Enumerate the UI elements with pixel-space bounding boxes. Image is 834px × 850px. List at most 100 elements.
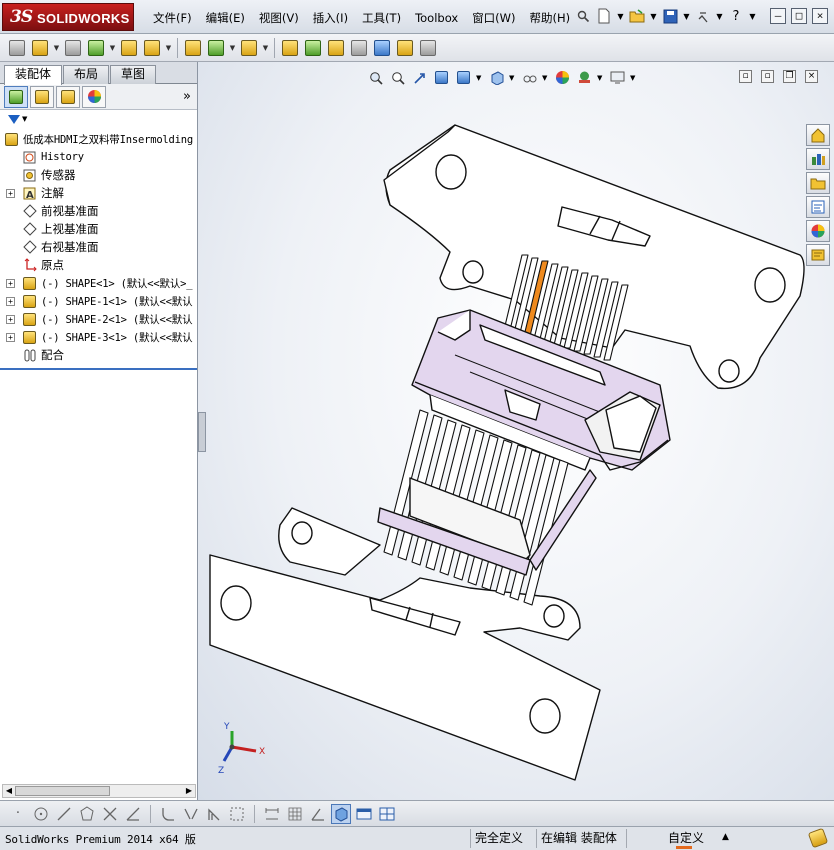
viewport-tile-icon[interactable]: ▫: [761, 70, 774, 83]
viewport-minimize-icon[interactable]: ▫: [739, 70, 752, 83]
tab-layout[interactable]: 布局: [63, 65, 110, 84]
horizontal-scrollbar[interactable]: ◀ ▶: [2, 784, 196, 798]
view-settings-icon[interactable]: [608, 68, 627, 87]
smart-fasteners-icon[interactable]: [118, 37, 140, 59]
tree-rollback-bar[interactable]: [0, 368, 197, 370]
hide-show-items-icon[interactable]: [520, 68, 539, 87]
filter-icon[interactable]: [8, 114, 20, 124]
tree-root-assembly[interactable]: 低成本HDMI之双料带Insermolding: [0, 130, 197, 148]
new-document-icon[interactable]: [595, 6, 613, 26]
tree-item-shape-2[interactable]: + (-) SHAPE-2<1> (默认<<默认: [0, 310, 197, 328]
graphics-area[interactable]: ▼ ▼ ▼ ▼ ▼ ▫ ▫ ❐ × Y X Z: [198, 62, 834, 800]
tab-assembly[interactable]: 装配体: [4, 65, 63, 85]
zoom-area-icon[interactable]: [388, 68, 407, 87]
tree-item-sensors[interactable]: 传感器: [0, 166, 197, 184]
tree-item-right-plane[interactable]: 右视基准面: [0, 238, 197, 256]
circle-icon[interactable]: [31, 804, 51, 824]
assembly-features-icon[interactable]: [205, 37, 227, 59]
close-button[interactable]: ×: [812, 8, 828, 24]
view-orientation-icon[interactable]: [454, 68, 473, 87]
chevron-down-icon[interactable]: ▼: [649, 6, 658, 26]
smart-dimension-icon[interactable]: [262, 804, 282, 824]
chevron-down-icon[interactable]: ▼: [22, 115, 27, 123]
mate-icon[interactable]: [62, 37, 84, 59]
chevron-down-icon[interactable]: ▼: [476, 74, 484, 82]
menu-file[interactable]: 文件(F): [146, 10, 199, 28]
chevron-down-icon[interactable]: ▼: [616, 6, 625, 26]
viewport-close-icon[interactable]: ×: [805, 70, 818, 83]
show-hidden-icon[interactable]: [182, 37, 204, 59]
shaded-display-icon[interactable]: [331, 803, 351, 824]
point-icon[interactable]: ·: [8, 804, 28, 824]
help-icon[interactable]: ?: [727, 6, 745, 26]
four-view-icon[interactable]: [377, 804, 397, 824]
view-palette-icon[interactable]: [806, 196, 830, 218]
open-folder-icon[interactable]: [628, 6, 646, 26]
single-view-icon[interactable]: [354, 804, 374, 824]
insert-component-icon[interactable]: [6, 37, 28, 59]
more-tabs-icon[interactable]: »: [183, 89, 191, 104]
chevron-down-icon[interactable]: ▼: [597, 74, 605, 82]
tree-item-top-plane[interactable]: 上视基准面: [0, 220, 197, 238]
previous-view-icon[interactable]: [410, 68, 429, 87]
menu-tools[interactable]: 工具(T): [355, 10, 408, 28]
expand-icon[interactable]: +: [6, 332, 15, 342]
file-explorer-icon[interactable]: [806, 172, 830, 194]
linear-pattern-icon[interactable]: [85, 37, 107, 59]
design-library-icon[interactable]: [806, 148, 830, 170]
pin-icon[interactable]: [574, 6, 592, 26]
section-view-icon[interactable]: [432, 68, 451, 87]
edit-appearance-icon[interactable]: [553, 68, 572, 87]
custom-properties-icon[interactable]: [806, 244, 830, 266]
menu-edit[interactable]: 编辑(E): [199, 10, 252, 28]
tree-item-shape[interactable]: + (-) SHAPE<1> (默认<<默认>_: [0, 274, 197, 292]
move-component-icon[interactable]: [141, 37, 163, 59]
chevron-down-icon[interactable]: ▼: [164, 44, 173, 52]
display-manager-icon[interactable]: [82, 85, 106, 108]
trim-icon[interactable]: [100, 804, 120, 824]
tree-item-history[interactable]: History: [0, 148, 197, 166]
configurationmanager-icon[interactable]: [56, 85, 80, 108]
angle-icon[interactable]: [308, 804, 328, 824]
tree-item-annotations[interactable]: + A 注解: [0, 184, 197, 202]
chevron-down-icon[interactable]: ▼: [261, 44, 270, 52]
unit-menu-icon[interactable]: ▲: [722, 832, 729, 842]
scroll-left-icon[interactable]: ◀: [3, 785, 15, 797]
tree-item-mates[interactable]: 配合: [0, 346, 197, 364]
menu-view[interactable]: 视图(V): [252, 10, 306, 28]
tree-item-origin[interactable]: 原点: [0, 256, 197, 274]
extend-icon[interactable]: [123, 804, 143, 824]
grid-icon[interactable]: [285, 804, 305, 824]
bill-of-materials-icon[interactable]: [302, 37, 324, 59]
propertymanager-icon[interactable]: [30, 85, 54, 108]
fillet-icon[interactable]: [158, 804, 178, 824]
tag-icon[interactable]: [807, 827, 829, 849]
expand-icon[interactable]: +: [6, 296, 15, 306]
chevron-down-icon[interactable]: ▼: [715, 6, 724, 26]
scroll-right-icon[interactable]: ▶: [183, 785, 195, 797]
minimize-button[interactable]: –: [770, 8, 786, 24]
tree-item-front-plane[interactable]: 前视基准面: [0, 202, 197, 220]
chevron-down-icon[interactable]: ▼: [542, 74, 550, 82]
chevron-down-icon[interactable]: ▼: [509, 74, 517, 82]
explode-line-sketch-icon[interactable]: [348, 37, 370, 59]
construction-geometry-icon[interactable]: [227, 804, 247, 824]
exploded-view-icon[interactable]: [325, 37, 347, 59]
clearance-verification-icon[interactable]: [394, 37, 416, 59]
save-icon[interactable]: [661, 6, 679, 26]
expand-icon[interactable]: +: [6, 278, 15, 288]
solidworks-resources-icon[interactable]: [806, 124, 830, 146]
instant3d-icon[interactable]: [417, 37, 439, 59]
new-part-icon[interactable]: [29, 37, 51, 59]
appearances-scenes-icon[interactable]: [806, 220, 830, 242]
menu-insert[interactable]: 插入(I): [306, 10, 355, 28]
chevron-down-icon[interactable]: ▼: [682, 6, 691, 26]
chevron-down-icon[interactable]: ▼: [228, 44, 237, 52]
tree-item-shape-1[interactable]: + (-) SHAPE-1<1> (默认<<默认: [0, 292, 197, 310]
menu-help[interactable]: 帮助(H): [523, 10, 578, 28]
mirror-icon[interactable]: [181, 804, 201, 824]
chevron-down-icon[interactable]: ▼: [52, 44, 61, 52]
scrollbar-thumb[interactable]: [15, 786, 110, 796]
polygon-icon[interactable]: [77, 804, 97, 824]
print-icon[interactable]: [694, 6, 712, 26]
